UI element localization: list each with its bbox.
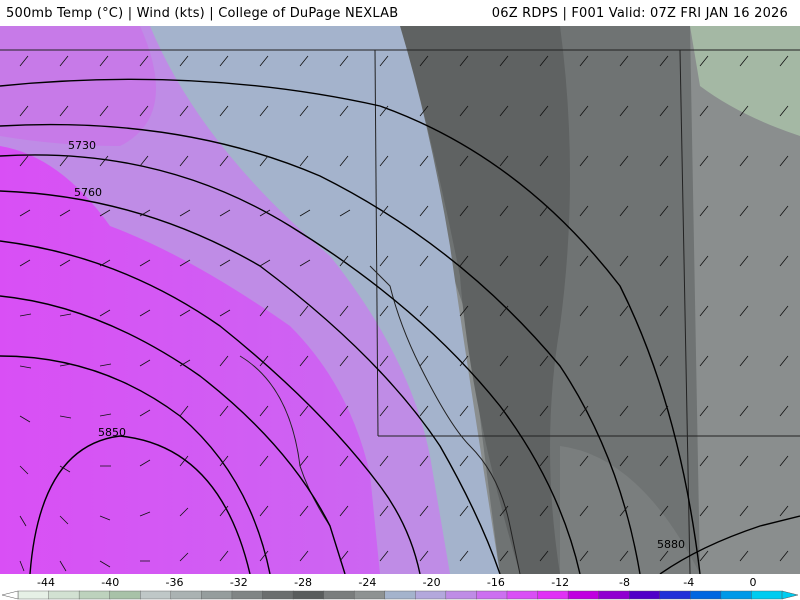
colorbar-tick-labels: -44 -40 -36 -32 -28 -24 -20 -16 -12 -8 -4 0	[0, 576, 800, 590]
colorbar-swatch	[629, 590, 661, 600]
colorbar-swatch	[659, 590, 692, 600]
colorbar-min-arrow	[1, 590, 19, 600]
colorbar-bar	[1, 590, 799, 600]
map-title: 500mb Temp (°C) | Wind (kts) | College o…	[6, 6, 399, 21]
colorbar-swatch	[262, 590, 294, 600]
colorbar-max-arrow	[781, 590, 799, 600]
colorbar-swatch	[567, 590, 600, 600]
colorbar-swatch	[170, 590, 203, 600]
map-canvas: 5730 5760 5850 5880	[0, 26, 800, 574]
colorbar-swatch	[598, 590, 630, 600]
colorbar-swatch	[78, 590, 111, 600]
colorbar-tick-label: -16	[486, 576, 505, 589]
colorbar-swatch	[353, 590, 386, 600]
colorbar-tick-label: -28	[294, 576, 313, 589]
colorbar-swatch	[445, 590, 478, 600]
colorbar-tick-label: -44	[37, 576, 55, 589]
colorbar-swatch	[476, 590, 508, 600]
colorbar-tick-label: -36	[165, 576, 184, 589]
contour-label-5850: 5850	[98, 426, 126, 439]
colorbar-swatch	[140, 590, 172, 600]
colorbar-swatch	[17, 590, 50, 600]
header: 500mb Temp (°C) | Wind (kts) | College o…	[0, 0, 800, 26]
colorbar-swatch	[415, 590, 447, 600]
colorbar-swatch	[690, 590, 722, 600]
colorbar-swatch	[506, 590, 539, 600]
colorbar-tick-label: -8	[618, 576, 630, 589]
colorbar-tick-label: -12	[551, 576, 570, 589]
colorbar-swatch	[292, 590, 325, 600]
colorbar-swatch	[109, 590, 141, 600]
weather-map: 5730 5760 5850 5880	[0, 26, 800, 574]
colorbar-swatch	[201, 590, 233, 600]
colorbar-tick-label: -40	[101, 576, 120, 589]
colorbar-tick-label: -20	[422, 576, 441, 589]
colorbar-tick-label: -4	[683, 576, 695, 589]
contour-label-5880: 5880	[657, 538, 685, 551]
colorbar-swatch	[231, 590, 264, 600]
colorbar-swatch	[751, 590, 783, 600]
colorbar-swatch	[384, 590, 416, 600]
colorbar-swatch	[48, 590, 80, 600]
model-run-info: 06Z RDPS | F001 Valid: 07Z FRI JAN 16 20…	[491, 6, 788, 21]
contour-label-5760: 5760	[74, 186, 102, 199]
colorbar-tick-label: -32	[229, 576, 248, 589]
colorbar-tick-label: -24	[358, 576, 377, 589]
colorbar-tick-label: 0	[749, 576, 757, 589]
contour-label-5730: 5730	[68, 139, 96, 152]
colorbar-swatch	[537, 590, 569, 600]
colorbar: -44 -40 -36 -32 -28 -24 -20 -16 -12 -8 -4 0	[0, 574, 800, 600]
colorbar-swatch	[323, 590, 355, 600]
colorbar-swatch	[720, 590, 753, 600]
